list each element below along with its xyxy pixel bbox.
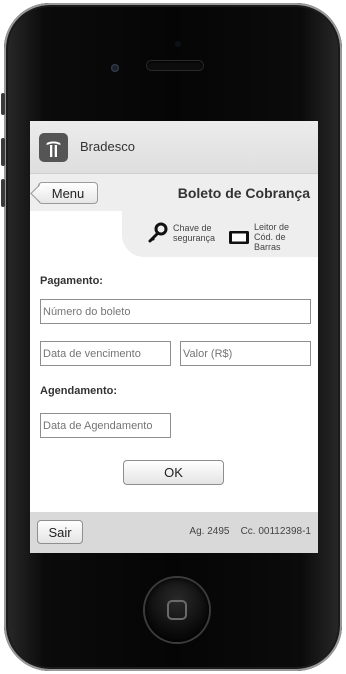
earpiece-speaker	[147, 61, 203, 70]
app-header: Bradesco	[30, 121, 318, 174]
key-icon	[147, 222, 169, 244]
proximity-sensor	[111, 64, 119, 72]
schedule-date-field[interactable]	[40, 413, 171, 438]
account-number: Cc. 00112398-1	[240, 526, 311, 537]
boleto-number-field[interactable]	[40, 299, 311, 324]
payment-section-label: Pagamento:	[40, 275, 103, 287]
footer-bar: Sair Ag. 2495 Cc. 00112398-1	[30, 512, 318, 553]
exit-button[interactable]: Sair	[37, 520, 83, 544]
value-field[interactable]	[180, 341, 311, 366]
volume-up-button	[1, 138, 5, 166]
security-key-label: Chave de segurança	[173, 223, 216, 243]
scheduling-section-label: Agendamento:	[40, 385, 117, 397]
page-title: Boleto de Cobrança	[177, 185, 310, 201]
account-info: Ag. 2495 Cc. 00112398-1	[189, 526, 311, 537]
app-screen: Bradesco Menu Boleto de Cobrança Chave d…	[30, 121, 318, 553]
agency-number: Ag. 2495	[189, 526, 230, 537]
bradesco-logo-icon	[39, 133, 68, 162]
barcode-reader-icon	[228, 226, 250, 248]
volume-down-button	[1, 179, 5, 207]
security-key-tool[interactable]: Chave de segurança	[147, 222, 221, 244]
barcode-reader-tool[interactable]: Leitor de Cód. de Barras	[228, 222, 302, 252]
silent-switch	[1, 93, 5, 115]
app-title: Bradesco	[80, 139, 135, 154]
ok-button[interactable]: OK	[123, 460, 224, 485]
front-camera	[175, 41, 181, 47]
barcode-reader-label: Leitor de Cód. de Barras	[254, 222, 290, 252]
home-button[interactable]	[145, 578, 209, 642]
home-button-square-icon	[167, 600, 187, 620]
due-date-field[interactable]	[40, 341, 171, 366]
tools-panel: Chave de segurança Leitor de Cód. de Bar…	[122, 211, 318, 257]
menu-button-label: Menu	[51, 185, 85, 201]
menu-back-button[interactable]: Menu	[38, 182, 98, 204]
nav-bar: Menu Boleto de Cobrança	[30, 174, 318, 211]
